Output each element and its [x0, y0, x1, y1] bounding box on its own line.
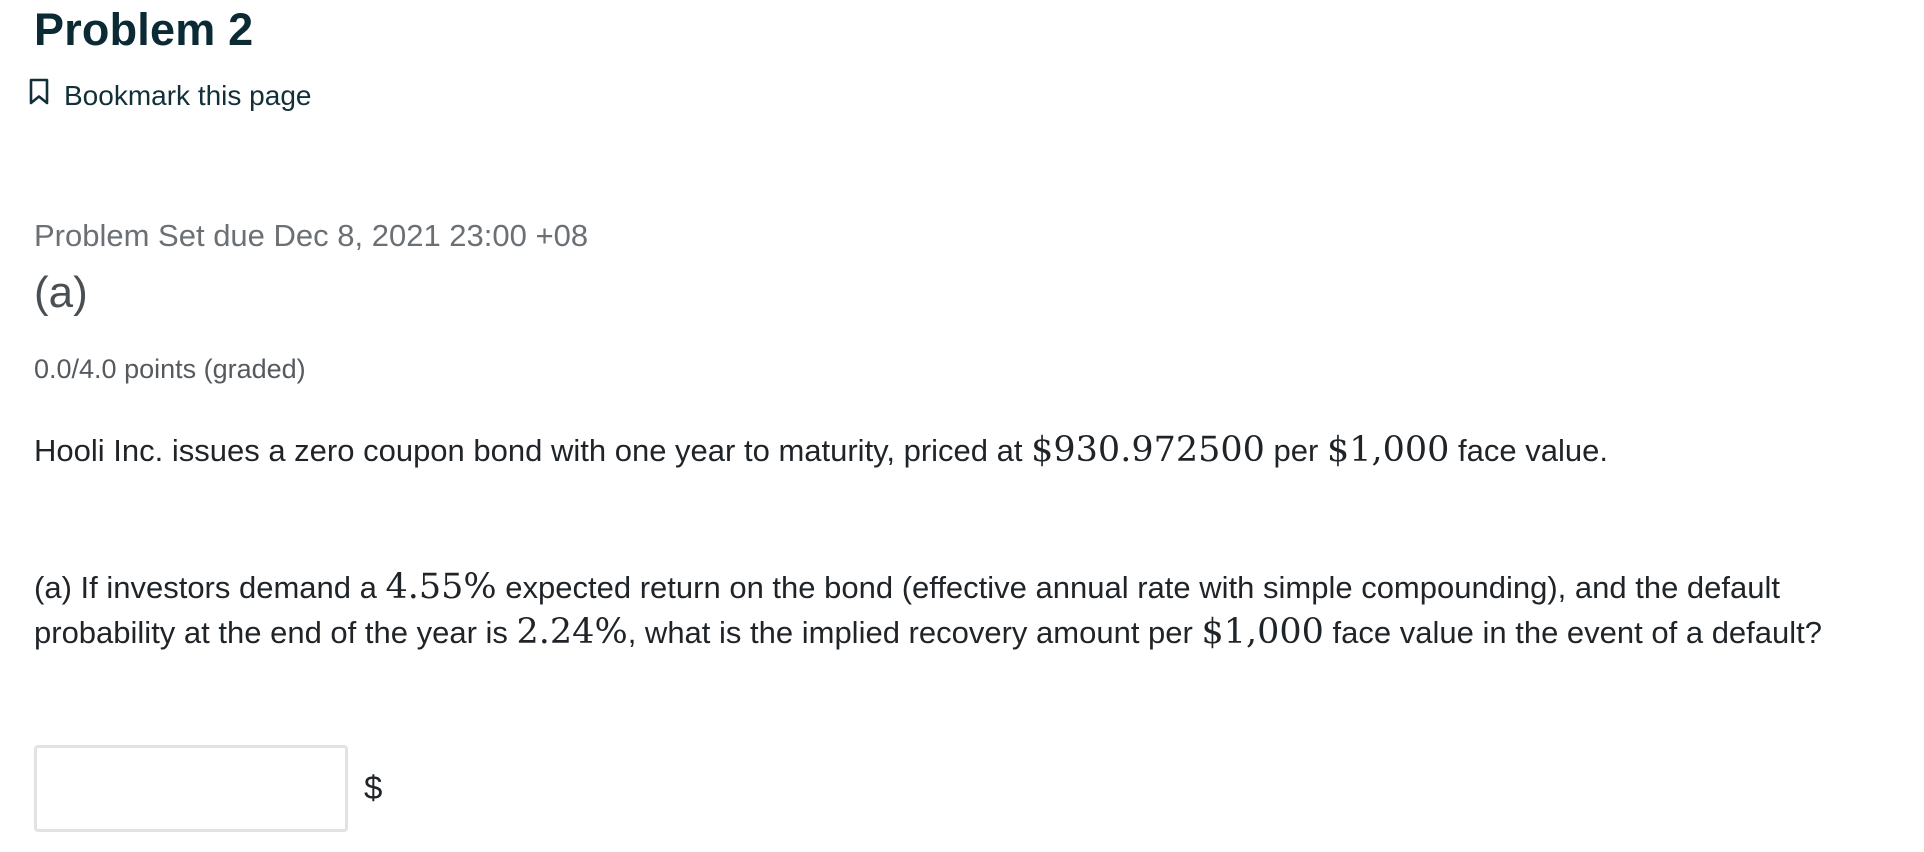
intro-text-1: Hooli Inc. issues a zero coupon bond wit… — [34, 433, 1032, 468]
expected-return: 4.55% — [385, 567, 497, 607]
problem-intro: Hooli Inc. issues a zero coupon bond wit… — [34, 428, 1608, 473]
intro-text-2: per — [1264, 433, 1327, 468]
bond-price: $930.972500 — [1031, 430, 1265, 470]
due-date: Problem Set due Dec 8, 2021 23:00 +08 — [34, 218, 589, 253]
face-value: $1,000 — [1201, 612, 1324, 652]
points-status: 0.0/4.0 points (graded) — [34, 354, 306, 384]
bookmark-icon — [28, 78, 50, 113]
answer-unit: $ — [364, 769, 383, 806]
answer-input[interactable] — [34, 745, 348, 832]
page-title: Problem 2 — [34, 4, 254, 55]
face-value: $1,000 — [1326, 430, 1450, 470]
question-text: (a) If investors demand a 4.55% expected… — [34, 565, 1914, 655]
question-text-4: face value in the event of a default? — [1323, 615, 1823, 650]
subproblem-title: (a) — [34, 268, 88, 317]
bookmark-button[interactable]: Bookmark this page — [28, 78, 311, 113]
question-text-1: (a) If investors demand a — [34, 570, 386, 605]
intro-text-3: face value. — [1449, 433, 1608, 468]
default-probability: 2.24% — [516, 612, 628, 652]
bookmark-label: Bookmark this page — [64, 79, 312, 111]
question-text-3: , what is the implied recovery amount pe… — [627, 615, 1202, 650]
